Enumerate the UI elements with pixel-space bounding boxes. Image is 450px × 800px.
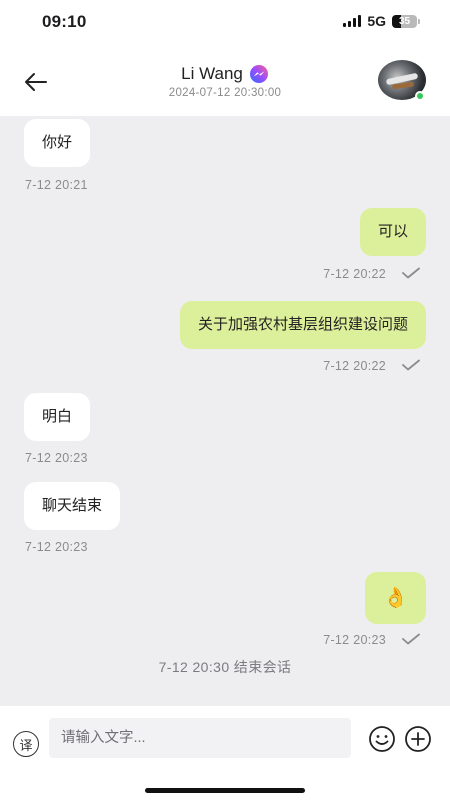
status-bar: 09:10 5G 35 xyxy=(0,0,450,44)
home-indicator xyxy=(145,788,305,793)
message-bubble[interactable]: 可以 xyxy=(359,208,426,256)
network-type: 5G xyxy=(367,13,386,29)
message-timestamp: 7-12 20:22 xyxy=(323,359,386,373)
avatar[interactable] xyxy=(378,60,426,101)
session-end-notice: 7-12 20:30 结束会话 xyxy=(158,659,292,675)
translate-button[interactable]: 译 xyxy=(13,731,39,757)
plus-circle-icon[interactable] xyxy=(404,725,432,753)
message-timestamp: 7-12 20:21 xyxy=(25,178,88,192)
signal-icon xyxy=(343,15,362,27)
battery-cap xyxy=(418,18,420,24)
status-indicators: 5G 35 xyxy=(343,13,420,29)
status-time: 09:10 xyxy=(42,12,87,31)
chat-area[interactable]: 你好 7-12 20:21 可以 7-12 20:22 关于加强农村基层组织建设… xyxy=(0,116,450,706)
smiley-icon[interactable] xyxy=(368,725,396,753)
message-bubble[interactable]: 聊天结束 xyxy=(24,482,121,530)
message-timestamp: 7-12 20:23 xyxy=(323,633,386,647)
messenger-icon xyxy=(249,65,268,83)
message-bubble[interactable]: 明白 xyxy=(24,393,91,441)
message-input[interactable] xyxy=(49,718,351,758)
input-bar: 译 xyxy=(0,706,450,800)
battery-level: 35 xyxy=(398,15,411,27)
contact-name: Li Wang xyxy=(181,64,243,83)
message-timestamp: 7-12 20:23 xyxy=(25,540,88,554)
message-bubble[interactable]: 你好 xyxy=(24,119,91,167)
title-row: Li Wang xyxy=(181,64,269,84)
read-check-icon xyxy=(402,359,420,371)
read-check-icon xyxy=(402,633,420,645)
message-bubble[interactable]: 关于加强农村基层组织建设问题 xyxy=(179,301,426,349)
online-indicator xyxy=(415,91,425,101)
chat-header: Li Wang 2024-07-12 20:30:00 xyxy=(0,44,450,116)
message-timestamp: 7-12 20:23 xyxy=(25,451,88,465)
message-timestamp: 7-12 20:22 xyxy=(323,267,386,281)
message-bubble[interactable]: 👌 xyxy=(365,572,426,624)
battery-icon: 35 xyxy=(392,14,417,28)
read-check-icon xyxy=(402,267,420,279)
